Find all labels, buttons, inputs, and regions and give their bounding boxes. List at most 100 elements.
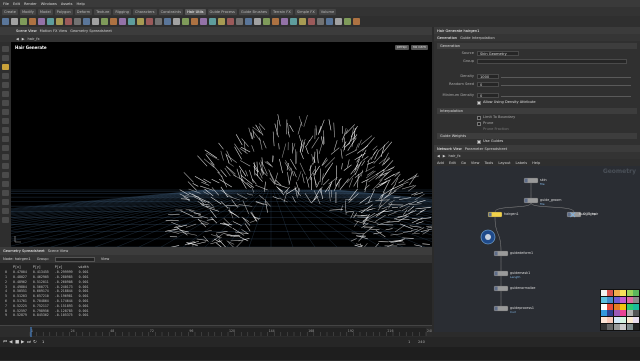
section-generation[interactable]: Generation [437,43,637,49]
shelf-tool-icon[interactable] [200,18,207,25]
color-swatch[interactable] [601,317,607,323]
shelf-tool-icon[interactable] [20,18,27,25]
shelf-tab-guide-brushes[interactable]: Guide Brushes [239,9,269,15]
prune-checkbox[interactable] [477,122,481,126]
shelf-tab-terrain-fx[interactable]: Terrain FX [271,9,293,15]
tab-motion-fx-view[interactable]: Motion FX View [40,29,68,33]
shelf-tool-icon[interactable] [11,18,18,25]
camera-persp-menu[interactable]: persp [395,45,409,50]
color-swatch[interactable] [620,304,626,310]
shelf-tool-icon[interactable] [191,18,198,25]
viewport-tool-icon[interactable] [2,91,9,97]
shelf-tool-icon[interactable] [2,18,9,25]
table-row[interactable]: 80.525970.798956-0.1287850.001 [2,308,92,313]
shelf-tool-icon[interactable] [209,18,216,25]
shelf-tab-characters[interactable]: Characters [133,9,157,15]
color-swatch[interactable] [601,304,607,310]
viewport-tool-icon[interactable] [2,145,9,151]
limit-checkbox[interactable] [477,116,481,120]
color-swatch[interactable] [607,304,613,310]
shelf-tool-icon[interactable] [56,18,63,25]
menu-assets[interactable]: Assets [61,2,73,6]
table-row[interactable]: 70.522250.752117-0.1518930.001 [2,303,92,308]
color-swatch[interactable] [620,317,626,323]
shelf-tab-volume[interactable]: Volume [319,9,336,15]
tab-geometry-spreadsheet-bottom[interactable]: Geometry Spreadsheet [3,249,45,253]
color-swatch[interactable] [627,297,633,303]
table-row[interactable]: 00.470040.413455-0.2999990.001 [2,270,92,275]
shelf-tab-rigging[interactable]: Rigging [113,9,131,15]
viewport-tool-icon[interactable] [2,100,9,106]
forward-arrow-icon[interactable]: ▶ [22,37,25,41]
color-swatch[interactable] [627,310,633,316]
shelf-tool-icon[interactable] [299,18,306,25]
viewport-tool-icon[interactable] [2,55,9,61]
shelf-tool-icon[interactable] [353,18,360,25]
shelf-tool-icon[interactable] [182,18,189,25]
network-menu-layout[interactable]: Layout [498,161,510,165]
network-menu-view[interactable]: View [471,161,480,165]
shelf-tab-guide-process[interactable]: Guide Process [208,9,237,15]
shelf-tool-icon[interactable] [218,18,225,25]
use-guides-checkbox[interactable] [477,140,481,144]
shelf-tab-texture[interactable]: Texture [94,9,111,15]
tab-network-view[interactable]: Network View [437,147,462,151]
spreadsheet-view-label[interactable]: View [101,257,110,261]
menu-render[interactable]: Render [24,2,37,6]
start-frame[interactable]: 1 [408,340,410,344]
shelf-tool-icon[interactable] [92,18,99,25]
shelf-tool-icon[interactable] [47,18,54,25]
shelf-tool-icon[interactable] [290,18,297,25]
viewport-tool-icon[interactable] [2,217,9,223]
viewport-tool-icon[interactable] [2,118,9,124]
shelf-tool-icon[interactable] [236,18,243,25]
current-frame[interactable]: 1 [42,340,44,344]
seed-slider[interactable] [501,85,631,86]
color-swatch[interactable] [633,317,639,323]
shelf-tool-icon[interactable] [119,18,126,25]
min-density-slider[interactable] [501,96,631,97]
color-swatch[interactable] [633,290,639,296]
network-menu-tools[interactable]: Tools [484,161,493,165]
viewport-tool-icon[interactable] [2,127,9,133]
shelf-tool-icon[interactable] [281,18,288,25]
color-swatch[interactable] [614,297,620,303]
shelf-tool-icon[interactable] [173,18,180,25]
shelf-tab-deform[interactable]: Deform [75,9,92,15]
playback-control-icon[interactable]: ↻ [33,340,37,345]
tab-generation[interactable]: Generation [437,36,457,40]
shelf-tool-icon[interactable] [164,18,171,25]
shelf-tool-icon[interactable] [74,18,81,25]
color-swatch[interactable] [601,310,607,316]
color-swatch[interactable] [607,317,613,323]
table-row[interactable]: 90.528790.845362-0.1053750.001 [2,313,92,318]
color-swatch[interactable] [614,290,620,296]
shelf-tool-icon[interactable] [254,18,261,25]
network-path[interactable]: hair_fx [449,154,461,158]
timeline[interactable]: 124487296120144168192216240 [0,325,432,337]
shelf-tool-icon[interactable] [101,18,108,25]
shelf-tool-icon[interactable] [155,18,162,25]
shelf-tab-create[interactable]: Create [2,9,18,15]
playback-control-icon[interactable]: ⏮ [3,340,7,345]
table-row[interactable]: 30.498040.560771-0.2401730.001 [2,284,92,289]
shelf-tool-icon[interactable] [128,18,135,25]
viewport-tool-icon[interactable] [2,190,9,196]
section-interpolation[interactable]: Interpolation [437,108,637,114]
color-swatch[interactable] [620,297,626,303]
viewport-path[interactable]: hair_fx [28,37,40,41]
shelf-tool-icon[interactable] [110,18,117,25]
camera-select-menu[interactable]: no cam [411,45,428,50]
shelf-tool-icon[interactable] [137,18,144,25]
shelf-tab-simple-fx[interactable]: Simple FX [295,9,317,15]
shelf-tool-icon[interactable] [335,18,342,25]
table-row[interactable]: 10.480270.462905-0.2809850.001 [2,275,92,280]
color-swatch[interactable] [601,297,607,303]
color-swatch[interactable] [607,310,613,316]
min-density-input[interactable]: 0 [477,93,499,98]
color-swatch[interactable] [620,310,626,316]
shelf-tool-icon[interactable] [146,18,153,25]
network-menu-labels[interactable]: Labels [516,161,528,165]
color-swatch[interactable] [627,317,633,323]
density-slider[interactable] [501,77,631,78]
